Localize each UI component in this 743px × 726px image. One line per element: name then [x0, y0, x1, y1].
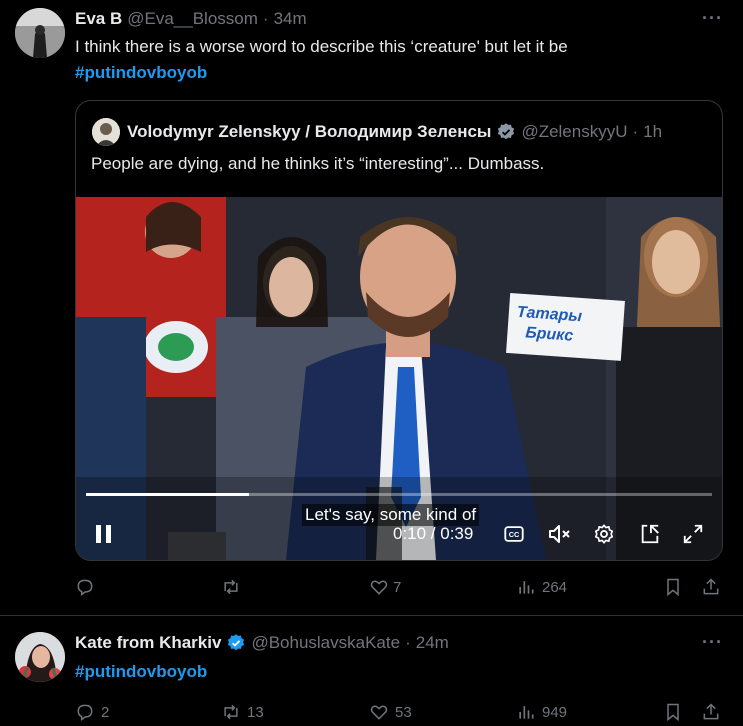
views-count: 264: [542, 578, 568, 596]
heart-icon: [370, 705, 388, 720]
svg-text:CC: CC: [509, 530, 520, 539]
separator-dot: ·: [632, 122, 639, 141]
quoted-display-name[interactable]: Volodymyr Zelenskyy / Володимир Зеленсы: [127, 122, 491, 142]
share-button[interactable]: [701, 702, 721, 722]
bookmark-button[interactable]: [663, 577, 683, 597]
quoted-avatar-image: [92, 118, 120, 146]
quoted-timestamp[interactable]: 1h: [643, 122, 662, 142]
captions-icon: CC: [504, 526, 524, 542]
reply-button[interactable]: 2: [75, 702, 109, 722]
retweet-button[interactable]: [221, 577, 245, 597]
retweet-button[interactable]: 13: [221, 702, 264, 722]
retweet-icon: [224, 704, 238, 720]
display-name[interactable]: Kate from Kharkiv: [75, 633, 221, 653]
quoted-text: People are dying, and he thinks it’s “in…: [91, 154, 545, 173]
video-time: 0:10 / 0:39: [393, 524, 474, 543]
tweet[interactable]: Kate from Kharkiv @BohuslavskaKate · 24m…: [0, 616, 743, 722]
tweet-header: Kate from Kharkiv @BohuslavskaKate · 24m: [75, 633, 449, 653]
video-progress-track[interactable]: [86, 493, 712, 496]
video-player[interactable]: Татары Брикс Let's say, some kind of 0:1…: [76, 197, 722, 560]
more-options-icon[interactable]: ···: [702, 8, 723, 29]
reply-icon: [77, 704, 93, 721]
tweet-header: Eva B @Eva__Blossom · 34m: [75, 9, 307, 29]
video-progress-fill: [86, 493, 249, 496]
like-button[interactable]: 7: [369, 577, 401, 597]
fullscreen-button[interactable]: [682, 523, 704, 550]
bookmark-button[interactable]: [663, 702, 683, 722]
picture-in-picture-button[interactable]: [639, 523, 661, 550]
views-button[interactable]: 949: [516, 702, 567, 722]
handle[interactable]: @Eva__Blossom: [127, 9, 258, 29]
share-icon: [703, 578, 719, 595]
tweet-actions: 7 264: [75, 577, 725, 601]
views-chart-icon: [519, 581, 534, 594]
verified-badge-icon: [228, 634, 245, 651]
picture-in-picture-icon: [641, 524, 659, 544]
retweet-icon: [224, 579, 238, 595]
like-count: 53: [395, 703, 412, 721]
avatar[interactable]: [15, 8, 65, 58]
hashtag-link[interactable]: #putindovboyob: [75, 662, 207, 682]
handle[interactable]: @BohuslavskaKate: [251, 633, 400, 653]
quoted-tweet[interactable]: Volodymyr Zelenskyy / Володимир Зеленсы …: [75, 100, 723, 561]
display-name[interactable]: Eva B: [75, 9, 122, 29]
reply-icon: [77, 579, 93, 596]
share-icon: [703, 703, 719, 720]
more-options-icon[interactable]: ···: [702, 632, 723, 653]
timestamp[interactable]: 24m: [416, 633, 449, 653]
bookmark-icon: [667, 578, 679, 597]
views-button[interactable]: 264: [516, 577, 567, 597]
heart-icon: [370, 580, 388, 595]
separator-dot: ·: [405, 633, 411, 652]
mute-button[interactable]: [547, 523, 571, 550]
video-subtitle: Let's say, some kind of: [302, 504, 480, 526]
views-count: 949: [542, 703, 568, 721]
timestamp[interactable]: 34m: [274, 9, 307, 29]
pause-button[interactable]: [94, 523, 114, 545]
like-button[interactable]: 53: [369, 702, 412, 722]
share-button[interactable]: [701, 577, 721, 597]
bookmark-icon: [667, 703, 679, 722]
reply-count: 2: [101, 703, 110, 721]
retweet-count: 13: [247, 703, 264, 721]
fullscreen-icon: [683, 524, 703, 544]
quoted-avatar[interactable]: [92, 118, 120, 146]
avatar-image: [15, 632, 65, 682]
gear-icon: [594, 524, 614, 544]
volume-muted-icon: [549, 525, 570, 543]
settings-button[interactable]: [593, 523, 615, 550]
quoted-header: Volodymyr Zelenskyy / Володимир Зеленсы …: [127, 122, 662, 142]
pause-icon: [96, 525, 111, 543]
tweet[interactable]: Eva B @Eva__Blossom · 34m ··· I think th…: [0, 0, 743, 615]
tweet-actions: 2 13 53 949: [75, 702, 725, 726]
avatar[interactable]: [15, 632, 65, 682]
views-chart-icon: [519, 706, 534, 719]
reply-button[interactable]: [75, 577, 99, 597]
like-count: 7: [393, 578, 402, 596]
hashtag-link[interactable]: #putindovboyob: [75, 63, 207, 83]
avatar-image: [15, 8, 65, 58]
captions-button[interactable]: CC: [503, 523, 525, 550]
tweet-text: I think there is a worse word to describ…: [75, 37, 568, 56]
quoted-handle[interactable]: @ZelenskyyU: [521, 122, 627, 142]
verified-badge-icon: [498, 123, 515, 140]
sign-text: Татары Брикс: [515, 303, 583, 347]
separator-dot: ·: [262, 9, 269, 28]
